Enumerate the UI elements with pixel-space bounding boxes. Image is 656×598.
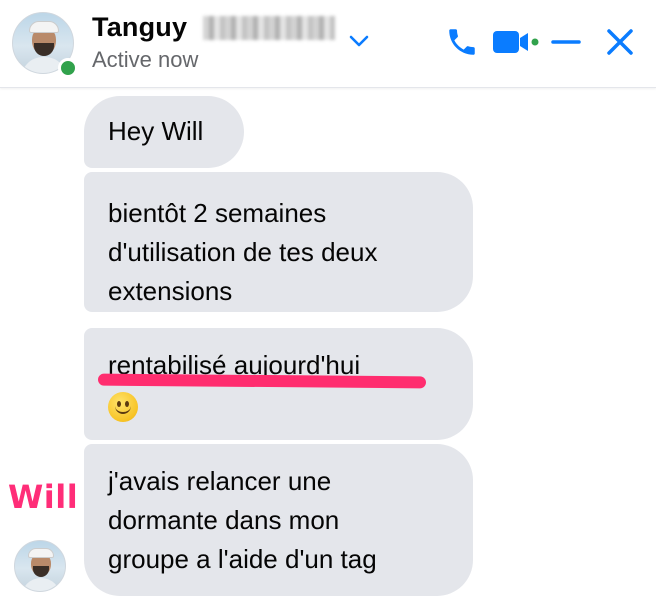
phone-icon[interactable] (442, 22, 482, 62)
message-bubble[interactable]: bientôt 2 semaines d'utilisation de tes … (84, 172, 473, 312)
sender-avatar[interactable] (14, 540, 66, 592)
minimize-icon[interactable] (546, 22, 586, 62)
message-line: j'avais relancer une (108, 466, 332, 496)
annotation-label: Will (8, 478, 79, 516)
message-line: groupe a l'aide d'un tag (108, 544, 377, 574)
contact-avatar[interactable] (12, 12, 78, 78)
message-line: dormante dans mon (108, 505, 340, 535)
video-call-icon[interactable] (490, 22, 542, 62)
message-bubble[interactable]: Hey Will (84, 96, 244, 168)
chevron-down-icon[interactable] (347, 32, 371, 50)
message-text: Hey Will (108, 116, 204, 146)
redacted-surname (203, 16, 335, 40)
active-status: Active now (92, 47, 199, 72)
contact-name[interactable]: Tanguy (92, 12, 187, 43)
smiling-face-emoji-icon (108, 392, 138, 423)
close-icon[interactable] (598, 22, 642, 62)
online-status-dot (58, 58, 78, 78)
message-line: extensions (108, 276, 233, 306)
message-bubble[interactable]: j'avais relancer une dormante dans mon g… (84, 444, 473, 596)
message-line: bientôt 2 semaines (108, 198, 327, 228)
message-line: d'utilisation de tes deux (108, 237, 378, 267)
chat-header: Tanguy Active now (0, 0, 656, 88)
